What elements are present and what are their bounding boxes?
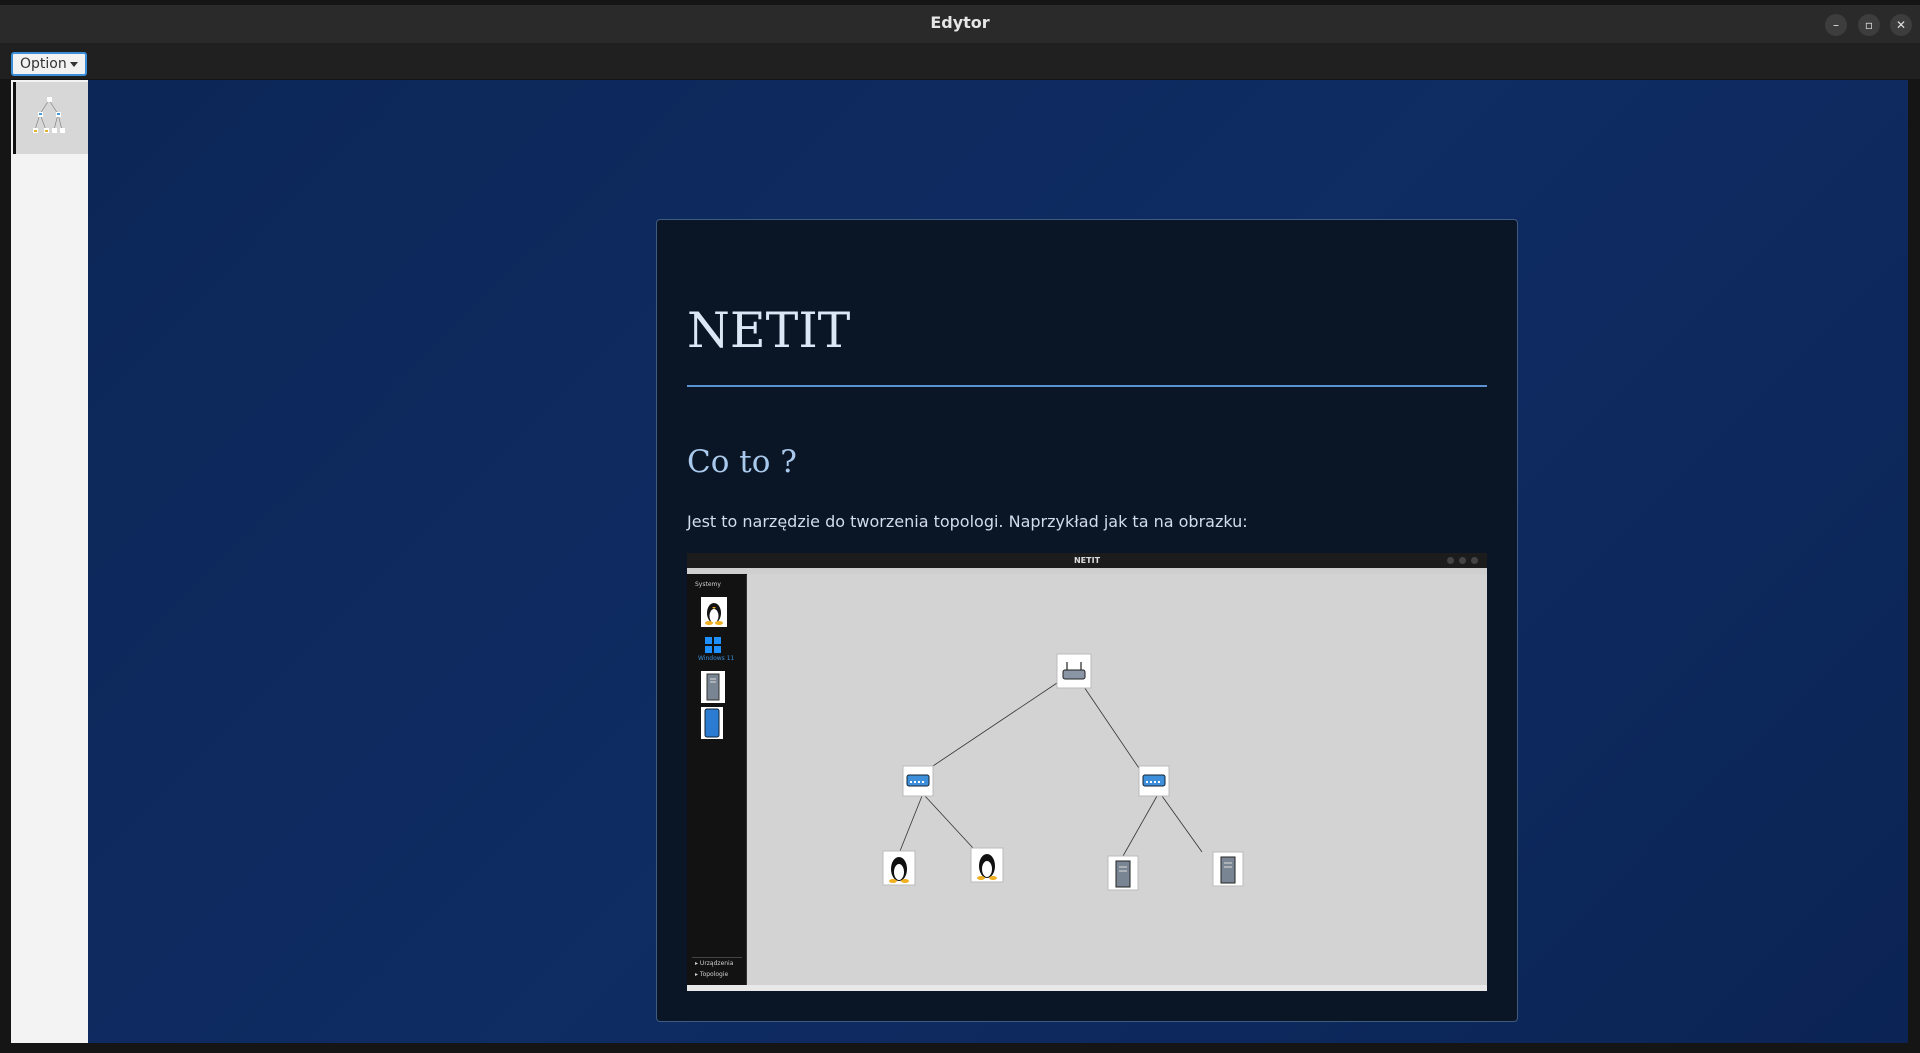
chevron-down-icon	[70, 62, 78, 67]
menubar	[0, 43, 1920, 79]
switch-icon	[1138, 765, 1170, 797]
window-title: Edytor	[930, 13, 990, 32]
router-icon	[1056, 653, 1092, 689]
link-router-switch-right	[1079, 680, 1148, 781]
embedded-window-title: NETIT	[687, 553, 1487, 568]
linux-tux-icon	[882, 850, 916, 886]
mobile-device-icon	[701, 707, 723, 739]
page-thumbnail[interactable]	[13, 82, 89, 154]
server-tower-icon	[701, 671, 725, 703]
switch-icon	[902, 765, 934, 797]
pages-sidebar	[11, 80, 89, 1043]
topology-thumbnail-icon	[33, 97, 65, 133]
embedded-sidebar-header: Systemy	[695, 581, 721, 588]
intro-paragraph: Jest to narzędzie do tworzenia topologi.…	[687, 512, 1248, 531]
section-heading: Co to ?	[687, 444, 797, 480]
windows-icon	[705, 637, 721, 653]
maximize-icon[interactable]: ▫	[1858, 14, 1880, 36]
linux-tux-icon	[701, 597, 727, 627]
embedded-statusbar	[687, 985, 1487, 991]
topology-diagram	[882, 653, 1244, 891]
embedded-windows-label: Windows 11	[698, 655, 735, 662]
link-switch-server-1	[1122, 795, 1158, 857]
embedded-maximize-icon	[1459, 557, 1466, 564]
window-titlebar: Edytor – ▫ ✕	[0, 5, 1920, 43]
embedded-sidebar: Systemy Windows 11 ▸ Urządzenia ▸ Topolo…	[689, 575, 747, 986]
minimize-icon[interactable]: –	[1825, 14, 1847, 36]
page-title: NETIT	[687, 302, 851, 359]
linux-tux-icon	[970, 847, 1004, 883]
title-divider	[687, 385, 1487, 387]
server-tower-icon	[1212, 851, 1244, 887]
link-switch-linux-2	[924, 795, 974, 849]
embedded-screenshot: NETIT Systemy Windows 11 ▸ Urządzenia ▸ …	[687, 553, 1487, 991]
link-switch-linux-1	[899, 795, 923, 852]
editor-area: NETIT Co to ? Jest to narzędzie do tworz…	[88, 80, 1908, 1043]
document-card: NETIT Co to ? Jest to narzędzie do tworz…	[656, 219, 1518, 1022]
embedded-minimize-icon	[1447, 557, 1454, 564]
server-tower-icon	[1107, 855, 1139, 891]
embedded-close-icon	[1471, 557, 1478, 564]
option-dropdown[interactable]: Option	[11, 52, 87, 76]
embedded-sidebar-divider	[692, 957, 742, 958]
close-icon[interactable]: ✕	[1890, 14, 1912, 36]
embedded-topology-item: ▸ Topologie	[695, 971, 729, 978]
link-router-switch-left	[911, 680, 1061, 781]
embedded-topology-canvas	[747, 574, 1487, 987]
embedded-devices-item: ▸ Urządzenia	[695, 960, 734, 967]
option-dropdown-label: Option	[20, 56, 67, 72]
link-switch-server-2	[1161, 795, 1203, 853]
